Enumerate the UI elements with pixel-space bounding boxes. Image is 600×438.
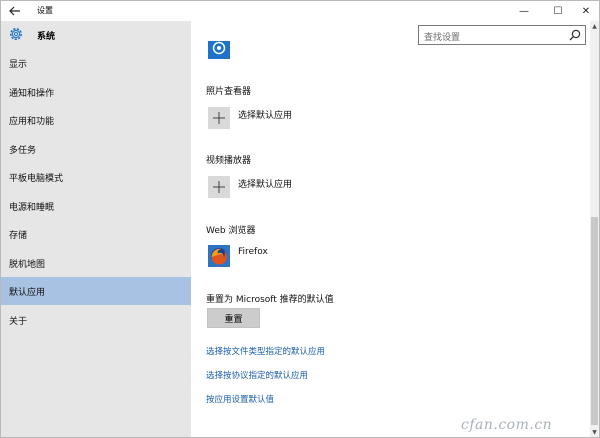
watermark: cfan.com.cn [461, 417, 553, 433]
sidebar-item-notifications[interactable]: 通知和操作 [1, 78, 191, 106]
sidebar-item-multitasking[interactable]: 多任务 [1, 135, 191, 163]
web-browser-title: Web 浏览器 [206, 226, 256, 236]
sidebar-item-power-sleep[interactable]: 电源和睡眠 [1, 192, 191, 220]
firefox-icon[interactable] [208, 245, 230, 267]
title-bar: 设置 — ☐ ✕ [1, 1, 599, 21]
link-by-app[interactable]: 按应用设置默认值 [206, 393, 274, 405]
search-box[interactable]: 查找设置 [418, 25, 586, 45]
main-content: 查找设置 照片查看器 选择默认应用 视频播放器 选择默认应用 Web 浏览器 F… [192, 21, 590, 437]
close-button[interactable]: ✕ [571, 1, 600, 21]
sidebar-item-about[interactable]: 关于 [1, 306, 191, 334]
photo-viewer-title: 照片查看器 [206, 87, 252, 97]
search-input[interactable]: 查找设置 [424, 30, 460, 43]
link-by-protocol[interactable]: 选择按协议指定的默认应用 [206, 369, 308, 381]
link-by-file-type[interactable]: 选择按文件类型指定的默认应用 [206, 345, 325, 357]
sidebar-item-default-apps[interactable]: 默认应用 [1, 277, 191, 305]
maximize-button[interactable]: ☐ [543, 1, 573, 21]
firefox-label[interactable]: Firefox [238, 247, 268, 257]
plus-icon[interactable] [208, 176, 230, 198]
sidebar-item-apps-features[interactable]: 应用和功能 [1, 106, 191, 134]
scrollbar[interactable]: ▲ ▼ [590, 21, 599, 437]
scroll-up-arrow-icon[interactable]: ▲ [590, 21, 599, 31]
reset-title: 重置为 Microsoft 推荐的默认值 [206, 295, 334, 305]
sidebar-header: 系统 [1, 21, 191, 49]
sidebar-item-display[interactable]: 显示 [1, 49, 191, 77]
scrollbar-thumb[interactable] [591, 217, 598, 425]
video-player-title: 视频播放器 [206, 156, 252, 166]
search-icon[interactable] [569, 29, 581, 41]
sidebar-item-tablet-mode[interactable]: 平板电脑模式 [1, 163, 191, 191]
settings-window: 设置 — ☐ ✕ 系统 显示 通知和操作 应用和功能 多任务 平板电脑模式 电源… [0, 0, 600, 438]
sidebar: 系统 显示 通知和操作 应用和功能 多任务 平板电脑模式 电源和睡眠 存储 脱机… [1, 21, 191, 437]
video-player-choose-label[interactable]: 选择默认应用 [238, 177, 292, 190]
app-icon[interactable] [208, 41, 230, 59]
photo-viewer-choose-label[interactable]: 选择默认应用 [238, 108, 292, 121]
sidebar-title: 系统 [37, 32, 56, 42]
scroll-down-arrow-icon[interactable]: ▼ [590, 427, 599, 437]
reset-button[interactable]: 重置 [207, 308, 260, 328]
sidebar-item-offline-maps[interactable]: 脱机地图 [1, 249, 191, 277]
gear-icon [8, 26, 24, 42]
sidebar-item-storage[interactable]: 存储 [1, 220, 191, 248]
plus-icon[interactable] [208, 107, 230, 129]
minimize-button[interactable]: — [509, 1, 539, 21]
window-title: 设置 [37, 6, 53, 15]
back-arrow-icon[interactable] [7, 3, 23, 19]
